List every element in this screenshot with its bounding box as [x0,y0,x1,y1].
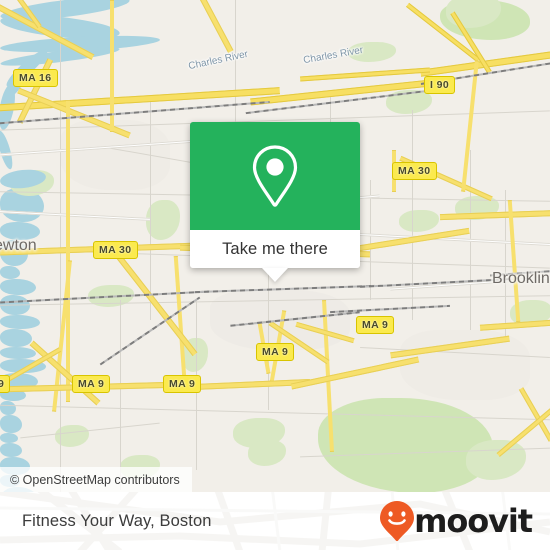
moovit-brand[interactable]: moovit [379,500,533,542]
shield-ma-16: MA 16 [13,69,58,87]
park-area [466,440,526,480]
pond [0,415,22,433]
residential-area [400,330,530,400]
minor-road [60,0,61,492]
charles-river-label-west: Charles River [187,48,250,73]
minor-road [120,300,121,490]
place-label-brookline: Brooklin [492,270,550,287]
moovit-smiley-pin-icon [380,501,415,542]
shield-i-90: I 90 [424,76,456,94]
shield-ma-30-west: MA 30 [93,241,138,259]
shield-ma-9-edge: 9 [0,375,11,393]
pond [0,266,20,279]
shield-ma-9-far: MA 9 [72,375,111,393]
park-area [146,200,180,240]
moovit-wordmark: moovit [414,502,533,540]
local-major-road [29,340,101,406]
moovit-map-card: Charles River Charles River ewton Brookl… [0,0,550,550]
park-area [248,440,286,466]
park-area [399,210,439,232]
destination-popup[interactable]: Take me there [190,122,360,282]
charles-river-label-east: Charles River [302,44,365,67]
minor-road [20,422,160,439]
map-attribution[interactable]: © OpenStreetMap contributors [0,467,192,492]
interstate-90-ramp [299,67,431,82]
pond [0,433,18,443]
shield-ma-9-mid: MA 9 [256,343,295,361]
shield-ma-9-east: MA 9 [356,316,395,334]
take-me-there-button[interactable]: Take me there [190,230,360,268]
map-canvas[interactable]: Charles River Charles River ewton Brookl… [0,0,550,492]
popup-image [190,122,360,230]
ma-16-road [176,0,234,53]
minor-road [235,0,236,130]
poi-title: Fitness Your Way, Boston [22,511,212,530]
ma-16-road [110,0,114,132]
popup-pointer [262,268,288,282]
place-label-newton: ewton [0,237,37,254]
pond [0,329,32,347]
local-major-road [507,200,521,322]
pond [0,443,22,457]
local-major-road [173,256,187,378]
local-major-road [66,100,70,402]
take-me-there-label: Take me there [222,239,328,258]
pond [0,401,16,415]
attribution-text: © OpenStreetMap contributors [10,472,180,487]
shield-ma-30-east: MA 30 [392,162,437,180]
minor-road [268,270,269,410]
pond [0,347,36,359]
pond [0,279,36,295]
shield-ma-9-west: MA 9 [163,375,202,393]
park-area [318,398,493,492]
map-pin-icon [252,145,298,207]
river-branch [0,129,16,171]
pond [0,315,40,329]
bottom-info-bar: Fitness Your Way, Boston moovit [0,492,550,550]
minor-road [150,100,151,320]
